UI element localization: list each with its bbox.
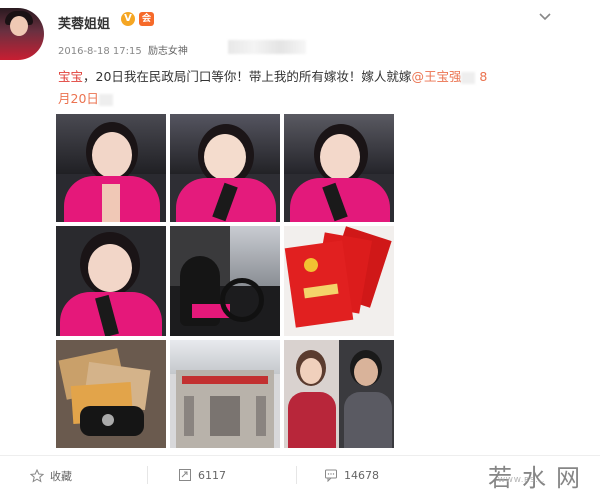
favorite-button[interactable]: 收藏: [30, 468, 72, 484]
photo-red-certificates[interactable]: [284, 226, 394, 336]
post-text-main: ，20日我在民政局门口等你！带上我的所有嫁妆！嫁人就嫁: [83, 69, 412, 84]
post-source[interactable]: 励志女神: [148, 46, 188, 57]
photo-driving[interactable]: [170, 226, 280, 336]
post-text-highlight: 宝宝: [58, 69, 84, 84]
photo-car-keys-cards[interactable]: [56, 340, 166, 448]
forward-button[interactable]: 6117: [178, 468, 226, 482]
divider: [296, 466, 297, 484]
favorite-label: 收藏: [50, 470, 72, 483]
photo-civil-affairs-building[interactable]: [170, 340, 280, 448]
forward-count: 6117: [198, 468, 226, 482]
comment-icon: [325, 469, 337, 482]
photo-selfie-car-1[interactable]: [56, 114, 166, 222]
star-icon: [30, 469, 44, 483]
avatar[interactable]: [0, 8, 44, 60]
post-text: 宝宝，20日我在民政局门口等你！带上我的所有嫁妆！嫁人就嫁@王宝强 8 月20日: [58, 66, 558, 110]
redacted-inline: [461, 71, 476, 84]
vip-badge-icon[interactable]: 会: [139, 12, 154, 26]
chevron-down-icon[interactable]: [538, 10, 552, 24]
post-meta: 2016-8-18 17:15 励志女神: [58, 42, 188, 57]
photo-selfie-car-2[interactable]: [170, 114, 280, 222]
watermark-sub: WWW.RS...: [498, 476, 546, 484]
photo-selfie-car-4[interactable]: [56, 226, 166, 336]
mention-link[interactable]: @王宝强: [411, 69, 461, 84]
post-text-tail: 8: [475, 69, 488, 84]
verified-badge-icon: V: [121, 12, 135, 26]
comment-count: 14678: [344, 468, 379, 482]
username[interactable]: 芙蓉姐姐: [58, 13, 110, 32]
photo-couple-portrait[interactable]: [284, 340, 394, 448]
divider: [0, 455, 600, 456]
comment-button[interactable]: 14678: [324, 468, 379, 482]
divider: [147, 466, 148, 484]
forward-icon: [179, 469, 191, 481]
post-text-date: 月20日: [58, 91, 99, 106]
redacted-area: [228, 40, 306, 54]
photo-selfie-car-3[interactable]: [284, 114, 394, 222]
post-timestamp[interactable]: 2016-8-18 17:15: [58, 46, 142, 57]
redacted-inline: [98, 93, 113, 106]
